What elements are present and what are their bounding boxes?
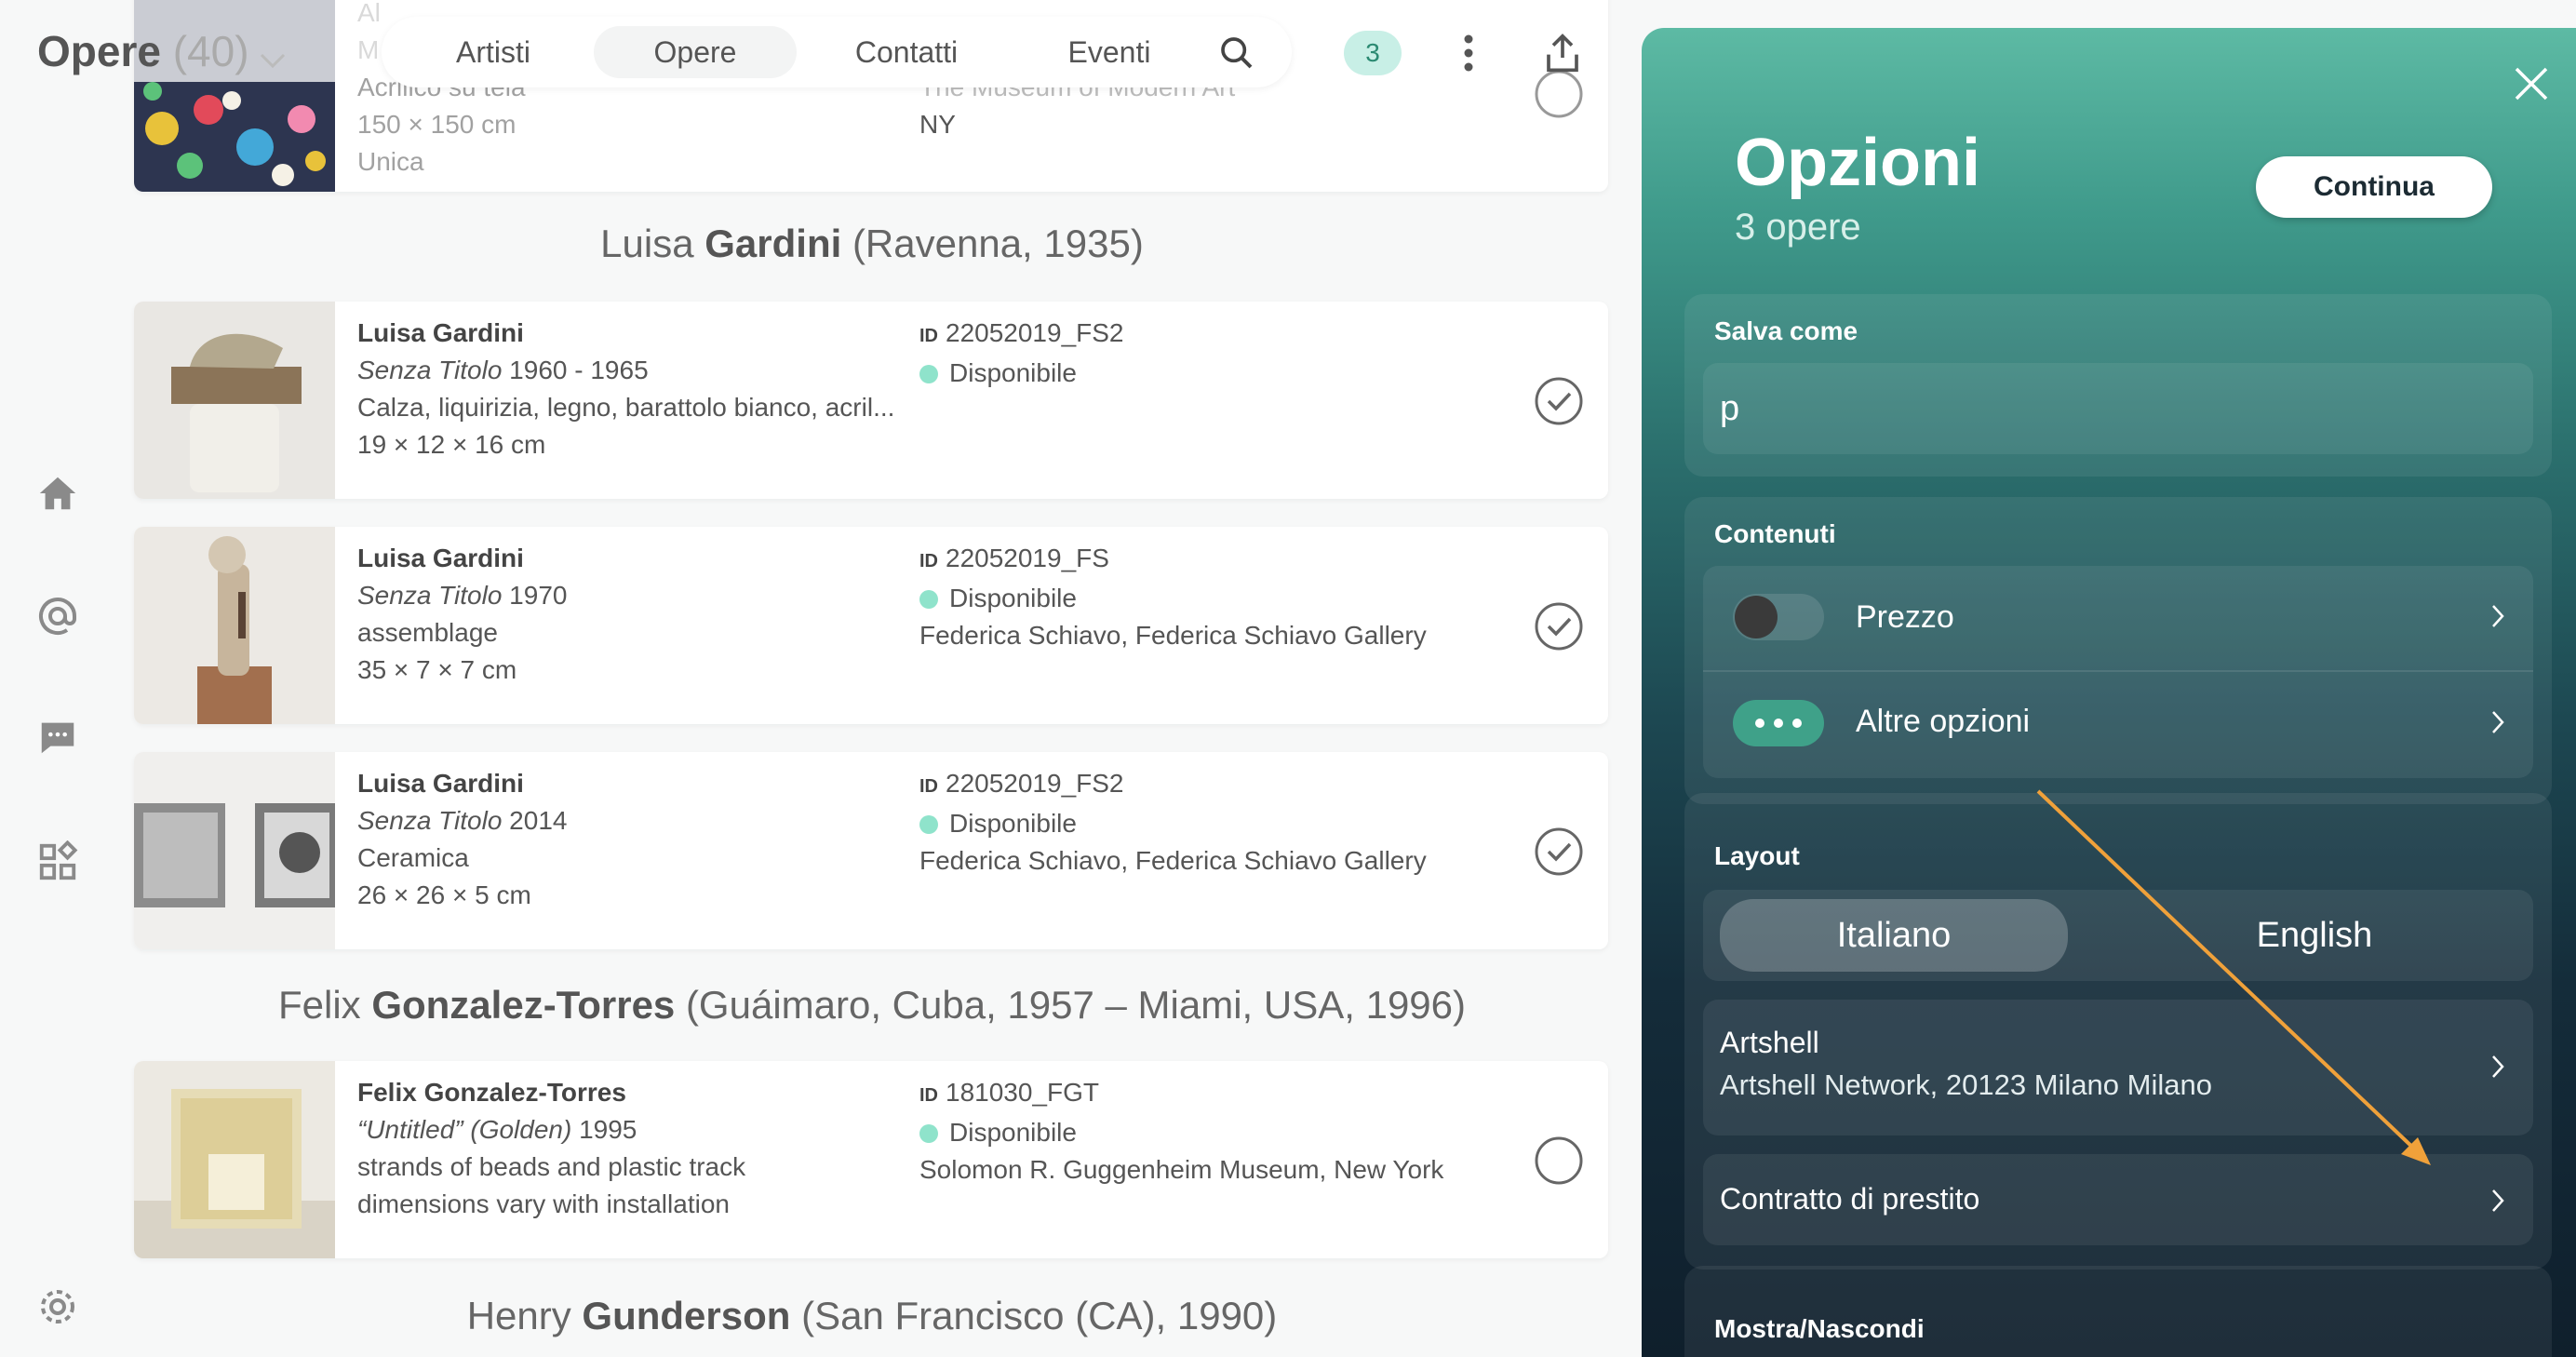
status-dot	[919, 815, 938, 834]
work-card[interactable]: Felix Gonzalez-Torres “Untitled” (Golden…	[134, 1061, 1608, 1258]
price-label: Prezzo	[1856, 599, 1954, 635]
chevron-right-icon	[2492, 605, 2504, 627]
more-options-row[interactable]: Altre opzioni	[1703, 672, 2533, 778]
show-hide-label: Mostra/Nascondi	[1714, 1314, 1925, 1343]
sender-name: Artshell	[1720, 1026, 1819, 1059]
work-card[interactable]: Luisa Gardini Senza Titolo 1970 assembla…	[134, 527, 1608, 724]
work-inventory: ID 22052019_FS Disponibile Federica Schia…	[919, 544, 1427, 650]
language-italiano[interactable]: Italiano	[1720, 899, 2068, 972]
at-icon[interactable]	[34, 592, 82, 640]
price-toggle[interactable]	[1733, 594, 1824, 640]
side-rail	[0, 0, 115, 1357]
more-options-icon	[1733, 700, 1824, 746]
artist-group-heading: Luisa Gardini (Ravenna, 1935)	[600, 222, 1144, 265]
more-vertical-icon[interactable]	[1452, 28, 1485, 78]
artwork-thumbnail	[134, 1061, 335, 1258]
save-as-field[interactable]: p	[1703, 363, 2533, 454]
check-circle-icon[interactable]	[1534, 826, 1584, 877]
sender-address: Artshell Network, 20123 Milano Milano	[1720, 1068, 2212, 1101]
page-title[interactable]: Opere (40)	[37, 26, 287, 80]
show-hide-section: Mostra/Nascondi	[1684, 1266, 2552, 1357]
language-switch: Italiano English	[1703, 890, 2533, 981]
artwork-thumbnail	[134, 527, 335, 724]
chevron-right-icon	[2492, 711, 2504, 733]
save-as-label: Salva come	[1714, 316, 1858, 345]
selection-count-badge[interactable]: 3	[1344, 31, 1402, 75]
chevron-right-icon	[2492, 1055, 2504, 1078]
home-icon[interactable]	[34, 469, 82, 517]
loan-contract-label: Contratto di prestito	[1720, 1182, 1980, 1216]
continue-button[interactable]: Continua	[2256, 156, 2492, 218]
work-inventory: ID 22052019_FS2 Disponibile Federica Schi…	[919, 769, 1427, 875]
check-circle-icon[interactable]	[1534, 601, 1584, 652]
apps-icon[interactable]	[34, 838, 82, 886]
share-icon[interactable]	[1539, 28, 1586, 78]
toggle-knob	[1735, 596, 1778, 638]
artwork-thumbnail	[134, 752, 335, 949]
status-dot	[919, 590, 938, 609]
select-circle[interactable]	[1534, 1135, 1584, 1186]
contents-section: Contenuti Prezzo Altre opzioni	[1684, 497, 2552, 804]
tab-contatti[interactable]: Contatti	[804, 26, 1009, 78]
section-tabs: Artisti Opere Contatti Eventi	[382, 17, 1292, 87]
work-card[interactable]: Luisa Gardini Senza Titolo 1960 - 1965 C…	[134, 302, 1608, 499]
tab-opere[interactable]: Opere	[594, 26, 797, 78]
chevron-right-icon	[2492, 1189, 2504, 1212]
chevron-down-icon	[259, 30, 287, 80]
panel-subtitle: 3 opere	[1735, 207, 1861, 248]
sender-row[interactable]: Artshell Artshell Network, 20123 Milano …	[1703, 1000, 2533, 1135]
work-inventory: ID 22052019_FS2 Disponibile	[919, 318, 1124, 387]
save-as-section: Salva come p	[1684, 294, 2552, 477]
work-inventory: ID 181030_FGT Disponibile Solomon R. Gugg…	[919, 1078, 1444, 1184]
layout-section: Layout Italiano English Artshell Artshel…	[1684, 793, 2552, 1270]
status-dot	[919, 1124, 938, 1143]
options-panel: Opzioni 3 opere Continua Salva come p Co…	[1642, 28, 2576, 1357]
tab-artisti[interactable]: Artisti	[400, 26, 586, 78]
settings-icon[interactable]	[34, 1283, 82, 1331]
check-circle-icon[interactable]	[1534, 376, 1584, 426]
close-icon[interactable]	[2509, 61, 2554, 106]
price-row[interactable]: Prezzo	[1703, 566, 2533, 670]
artist-group-heading: Henry Gunderson (San Francisco (CA), 199…	[466, 1294, 1278, 1337]
work-card[interactable]: Luisa Gardini Senza Titolo 2014 Ceramica…	[134, 752, 1608, 949]
contents-list: Prezzo Altre opzioni	[1703, 566, 2533, 778]
more-options-label: Altre opzioni	[1856, 704, 2031, 739]
artwork-thumbnail	[134, 302, 335, 499]
panel-title: Opzioni	[1735, 126, 1980, 200]
search-icon[interactable]	[1214, 30, 1260, 76]
artist-group-heading: Felix Gonzalez-Torres (Guáimaro, Cuba, 1…	[277, 983, 1467, 1027]
language-english[interactable]: English	[2140, 899, 2489, 972]
save-as-value[interactable]: p	[1720, 389, 1739, 429]
layout-label: Layout	[1714, 841, 1800, 870]
tab-eventi[interactable]: Eventi	[1016, 26, 1202, 78]
chat-icon[interactable]	[34, 713, 82, 761]
loan-contract-row[interactable]: Contratto di prestito	[1703, 1154, 2533, 1245]
status-dot	[919, 365, 938, 383]
contents-label: Contenuti	[1714, 519, 1836, 548]
